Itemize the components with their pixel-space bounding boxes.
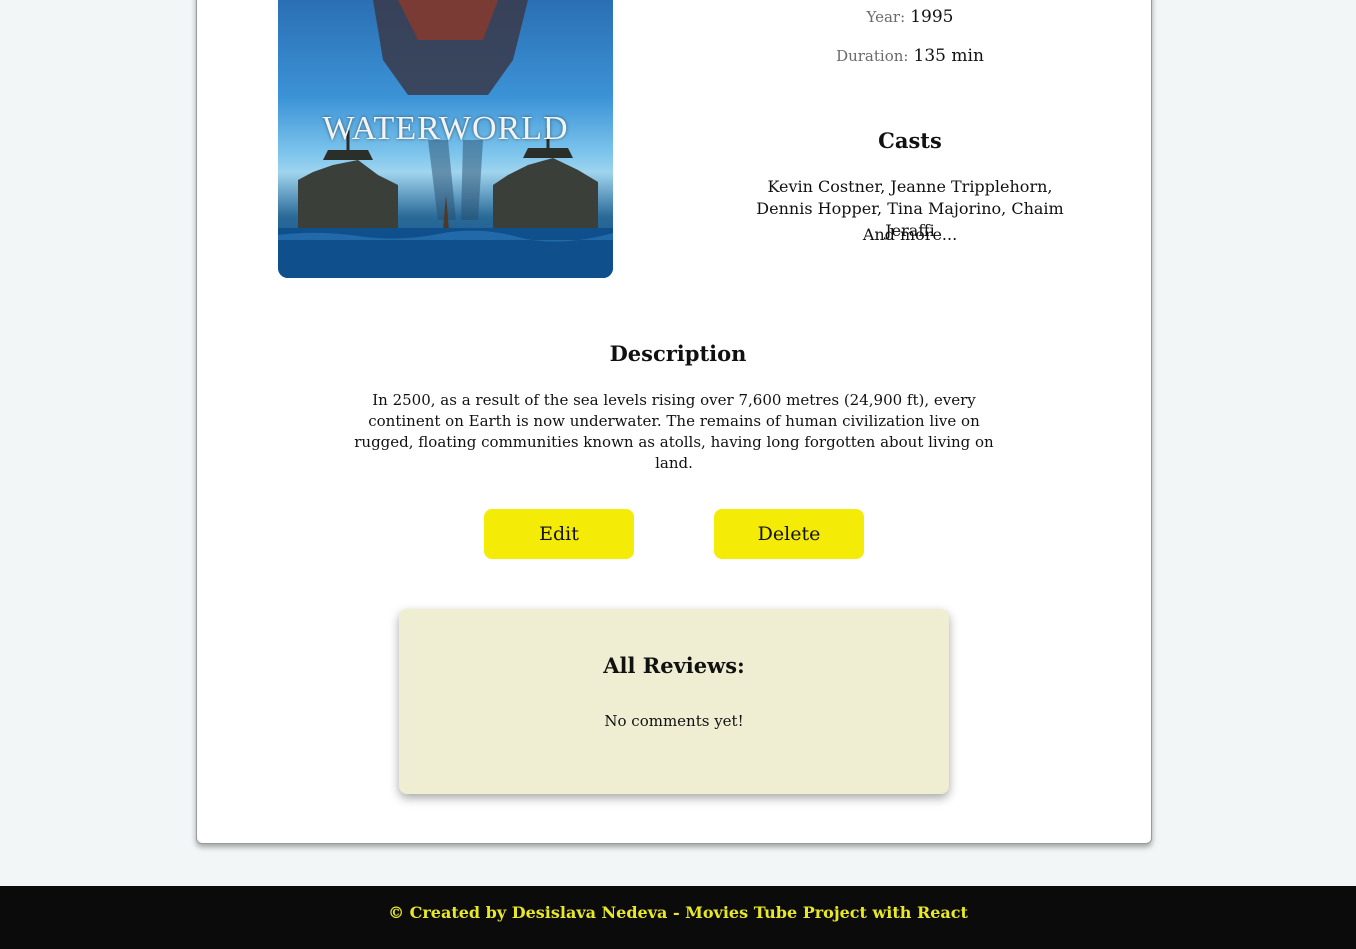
footer-credit: © Created by Desislava Nedeva - Movies T… xyxy=(388,903,968,922)
casts-more: And more... xyxy=(862,225,958,244)
delete-button[interactable]: Delete xyxy=(714,509,864,559)
description-text: In 2500, as a result of the sea levels r… xyxy=(354,391,994,472)
reviews-panel: All Reviews: No comments yet! xyxy=(399,609,949,794)
reviews-empty-text: No comments yet! xyxy=(604,712,744,730)
duration-value: 135 min xyxy=(913,46,984,66)
duration-row: Duration: 135 min xyxy=(700,46,1120,66)
edit-button[interactable]: Edit xyxy=(484,509,634,559)
page-footer: © Created by Desislava Nedeva - Movies T… xyxy=(0,886,1356,949)
movie-poster: WATERWORLD xyxy=(278,0,613,278)
year-value: 1995 xyxy=(910,7,954,27)
duration-label: Duration: xyxy=(836,47,909,65)
casts-heading: Casts xyxy=(878,128,942,153)
reviews-heading: All Reviews: xyxy=(603,653,745,678)
poster-title-text: WATERWORLD xyxy=(322,110,569,147)
year-label: Year: xyxy=(866,8,906,26)
description-heading: Description xyxy=(609,341,747,366)
year-row: Year: 1995 xyxy=(700,7,1120,27)
